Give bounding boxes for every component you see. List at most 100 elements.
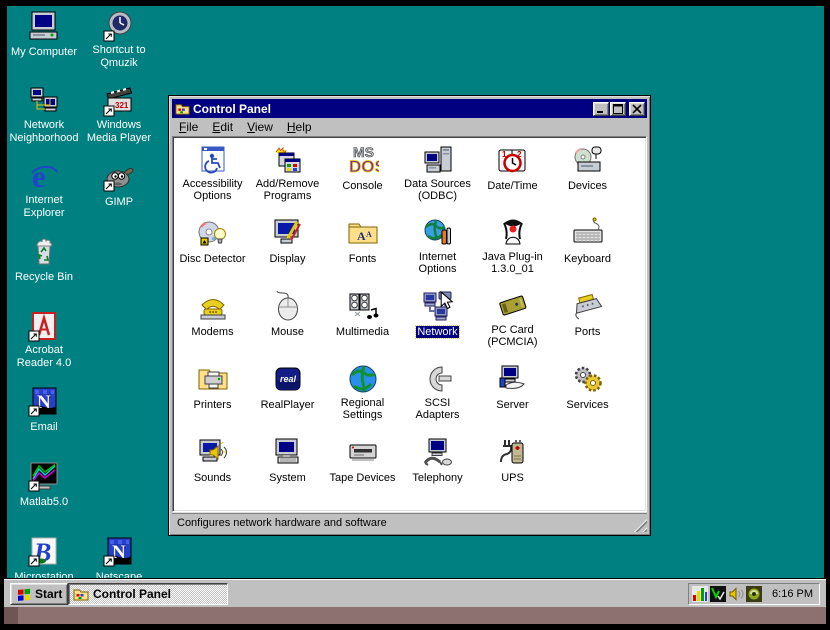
scsi-adapters-icon xyxy=(422,363,454,395)
cp-item-ups[interactable]: UPS xyxy=(475,436,550,509)
cp-item-label: Ports xyxy=(574,326,602,338)
realplayer-icon: real xyxy=(272,363,304,395)
regional-settings-icon xyxy=(347,363,379,395)
menu-help[interactable]: Help xyxy=(280,119,319,135)
menu-edit[interactable]: Edit xyxy=(205,119,240,135)
svg-text:A: A xyxy=(366,230,372,239)
menu-bar: FileEditViewHelp xyxy=(172,118,647,136)
minimize-button[interactable] xyxy=(593,102,609,116)
taskbar-task-control-panel[interactable]: Control Panel xyxy=(68,583,228,605)
ups-icon xyxy=(497,436,529,468)
desktop-icon-label: Windows Media Player xyxy=(82,119,156,145)
title-bar[interactable]: Control Panel xyxy=(172,99,647,118)
cp-item-realplayer[interactable]: real RealPlayer xyxy=(250,363,325,436)
cp-item-ports[interactable]: Ports xyxy=(550,290,625,363)
cp-item-label: Sounds xyxy=(193,472,232,484)
console-icon: MSDOS xyxy=(347,144,379,176)
cp-item-display[interactable]: Display xyxy=(250,217,325,290)
desktop-icon-email[interactable]: NEmail xyxy=(7,385,81,435)
desktop-icon-recycle-bin[interactable]: Recycle Bin xyxy=(7,235,81,285)
cp-item-pc-card-pcmcia[interactable]: PC Card (PCMCIA) xyxy=(475,290,550,363)
desktop-icon-label: Netscape xyxy=(96,571,142,579)
cp-item-fonts[interactable]: AAFonts xyxy=(325,217,400,290)
cp-item-label: Disc Detector xyxy=(178,253,246,265)
netscape-icon: N xyxy=(103,535,135,567)
desktop-icon-label: Matlab5.0 xyxy=(20,496,68,509)
monitor-bezel-strip xyxy=(4,607,826,624)
cp-item-java-plug-in-1-3-0-01[interactable]: Java Plug-in 1.3.0_01 xyxy=(475,217,550,290)
cp-item-modems[interactable]: Modems xyxy=(175,290,250,363)
system-tray: 6:16 PM xyxy=(688,583,820,605)
desktop-icon-label: Microstation xyxy=(14,571,73,579)
cp-item-telephony[interactable]: Telephony xyxy=(400,436,475,509)
control-panel-content: Accessibility OptionsAdd/Remove Programs… xyxy=(172,136,647,512)
cp-item-disc-detector[interactable]: Disc Detector xyxy=(175,217,250,290)
desktop-icon-label: Recycle Bin xyxy=(15,271,73,284)
svg-text:A: A xyxy=(357,229,366,243)
desktop-icon-my-computer[interactable]: My Computer xyxy=(7,10,81,60)
menu-view[interactable]: View xyxy=(240,119,280,135)
cp-item-label: Server xyxy=(495,399,529,411)
cp-item-multimedia[interactable]: Multimedia xyxy=(325,290,400,363)
cp-item-internet-options[interactable]: Internet Options xyxy=(400,217,475,290)
cp-item-label: Network xyxy=(416,326,458,338)
control-panel-folder-icon xyxy=(73,586,89,602)
resize-grip[interactable] xyxy=(634,519,647,532)
svg-text:real: real xyxy=(280,374,297,384)
internet-explorer-icon: e xyxy=(28,160,60,192)
cp-item-add-remove-programs[interactable]: Add/Remove Programs xyxy=(250,144,325,217)
resource-meter-tray-icon[interactable] xyxy=(692,586,708,602)
virus-shield-tray-icon[interactable] xyxy=(710,586,726,602)
keyboard-icon xyxy=(572,217,604,249)
data-sources-odbc-icon xyxy=(422,144,454,176)
desktop-icon-shortcut-to-qmuzik[interactable]: Shortcut to Qmuzik xyxy=(82,10,156,71)
desktop-icon-microstation[interactable]: BMicrostation xyxy=(7,535,81,579)
cp-item-data-sources-odbc[interactable]: Data Sources (ODBC) xyxy=(400,144,475,217)
volume-tray-icon[interactable] xyxy=(728,586,744,602)
accessibility-options-icon xyxy=(197,144,229,176)
status-bar: Configures network hardware and software xyxy=(172,512,647,532)
cp-item-label: Mouse xyxy=(270,326,305,338)
desktop-icon-network-neighborhood[interactable]: Network Neighborhood xyxy=(7,85,81,146)
cp-item-server[interactable]: Server xyxy=(475,363,550,436)
nvidia-display-tray-icon[interactable] xyxy=(746,586,762,602)
maximize-button[interactable] xyxy=(610,102,626,116)
mouse-cursor xyxy=(438,291,456,310)
desktop-icon-windows-media-player[interactable]: 321 Windows Media Player xyxy=(82,85,156,146)
cp-item-label: Telephony xyxy=(411,472,463,484)
cp-item-label: Java Plug-in 1.3.0_01 xyxy=(476,251,550,275)
internet-options-icon xyxy=(422,217,454,249)
menu-file[interactable]: File xyxy=(172,119,205,135)
control-panel-window: Control Panel FileEditViewHelp Accessibi… xyxy=(168,95,651,536)
display-icon xyxy=(272,217,304,249)
cp-item-keyboard[interactable]: Keyboard xyxy=(550,217,625,290)
cp-item-scsi-adapters[interactable]: SCSI Adapters xyxy=(400,363,475,436)
cp-item-date-time[interactable]: 12Date/Time xyxy=(475,144,550,217)
cp-item-tape-devices[interactable]: Tape Devices xyxy=(325,436,400,509)
add-remove-programs-icon xyxy=(272,144,304,176)
pc-card-pcmcia-icon xyxy=(497,290,529,322)
desktop-icon-acrobat-reader-4-0[interactable]: Acrobat Reader 4.0 xyxy=(7,310,81,371)
close-button[interactable] xyxy=(629,102,645,116)
cp-item-printers[interactable]: Printers xyxy=(175,363,250,436)
desktop-icon-matlab5-0[interactable]: Matlab5.0 xyxy=(7,460,81,510)
cp-item-label: Accessibility Options xyxy=(176,178,250,202)
svg-text:321: 321 xyxy=(115,101,129,110)
date-time-icon: 12 xyxy=(497,144,529,176)
desktop-icon-gimp[interactable]: GIMP xyxy=(82,160,156,210)
cp-item-label: RealPlayer xyxy=(260,399,316,411)
cp-item-services[interactable]: Services xyxy=(550,363,625,436)
start-button[interactable]: Start xyxy=(10,583,68,605)
cp-item-mouse[interactable]: Mouse xyxy=(250,290,325,363)
network-neighborhood-icon xyxy=(28,85,60,117)
desktop-icon-netscape[interactable]: N Netscape xyxy=(82,535,156,579)
cp-item-devices[interactable]: Devices xyxy=(550,144,625,217)
cp-item-accessibility-options[interactable]: Accessibility Options xyxy=(175,144,250,217)
desktop-icon-internet-explorer[interactable]: eInternet Explorer xyxy=(7,160,81,221)
cp-item-console[interactable]: MSDOSConsole xyxy=(325,144,400,217)
cp-item-system[interactable]: System xyxy=(250,436,325,509)
cp-item-sounds[interactable]: Sounds xyxy=(175,436,250,509)
cp-item-regional-settings[interactable]: Regional Settings xyxy=(325,363,400,436)
taskbar-task-label: Control Panel xyxy=(93,587,171,601)
recycle-bin-icon xyxy=(28,235,60,267)
